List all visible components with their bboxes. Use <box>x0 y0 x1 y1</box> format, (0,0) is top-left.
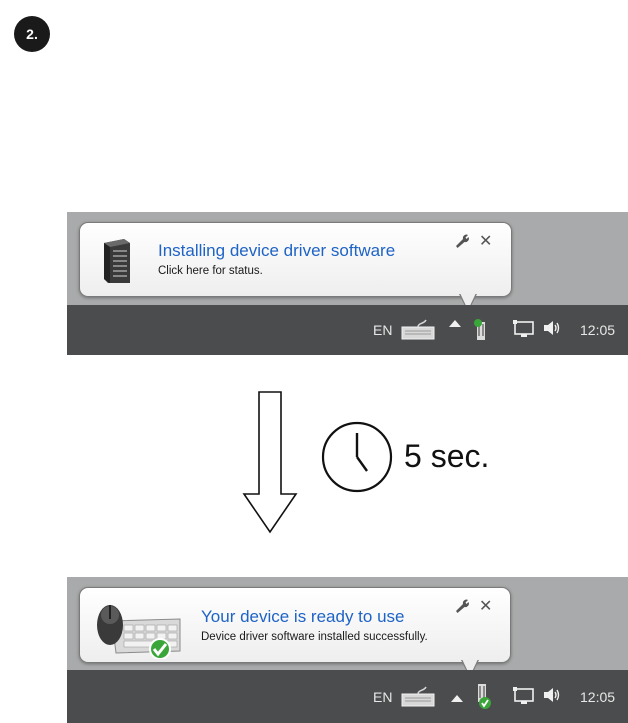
close-icon[interactable]: ✕ <box>479 231 492 250</box>
keyboard-icon[interactable] <box>400 686 436 708</box>
tray-clock[interactable]: 12:05 <box>580 322 615 338</box>
network-icon[interactable] <box>512 319 536 339</box>
wrench-icon[interactable] <box>454 233 470 249</box>
notification-balloon-installing[interactable]: Installing device driver software Click … <box>79 222 512 297</box>
usb-device-icon[interactable] <box>475 682 493 710</box>
language-indicator[interactable]: EN <box>373 689 392 705</box>
screenshot-ready: Your device is ready to use Device drive… <box>67 577 628 723</box>
clock-icon <box>321 421 393 493</box>
usb-device-icon[interactable] <box>474 316 488 342</box>
screenshot-installing: Installing device driver software Click … <box>67 212 628 355</box>
show-hidden-icons-arrow[interactable] <box>450 693 464 703</box>
step-number-badge: 2. <box>14 16 50 52</box>
volume-icon[interactable] <box>543 687 561 703</box>
balloon-title: Your device is ready to use <box>201 607 405 626</box>
down-arrow-icon <box>242 391 298 534</box>
close-icon[interactable]: ✕ <box>479 596 492 615</box>
wrench-icon[interactable] <box>454 598 470 614</box>
tray-clock[interactable]: 12:05 <box>580 689 615 705</box>
balloon-subtitle: Click here for status. <box>158 265 263 277</box>
notification-balloon-ready[interactable]: Your device is ready to use Device drive… <box>79 587 511 663</box>
network-icon[interactable] <box>512 686 536 706</box>
delay-label: 5 sec. <box>404 438 490 474</box>
balloon-subtitle: Device driver software installed success… <box>201 631 428 643</box>
show-hidden-icons-arrow[interactable] <box>448 318 462 328</box>
keyboard-icon[interactable] <box>400 319 436 341</box>
taskbar: EN 12:05 <box>67 305 628 355</box>
balloon-title: Installing device driver software <box>158 241 396 260</box>
taskbar: EN 12:05 <box>67 670 628 723</box>
mouse-keyboard-device-icon <box>97 605 181 659</box>
computer-tower-icon <box>104 239 130 283</box>
volume-icon[interactable] <box>543 320 561 336</box>
language-indicator[interactable]: EN <box>373 322 392 338</box>
